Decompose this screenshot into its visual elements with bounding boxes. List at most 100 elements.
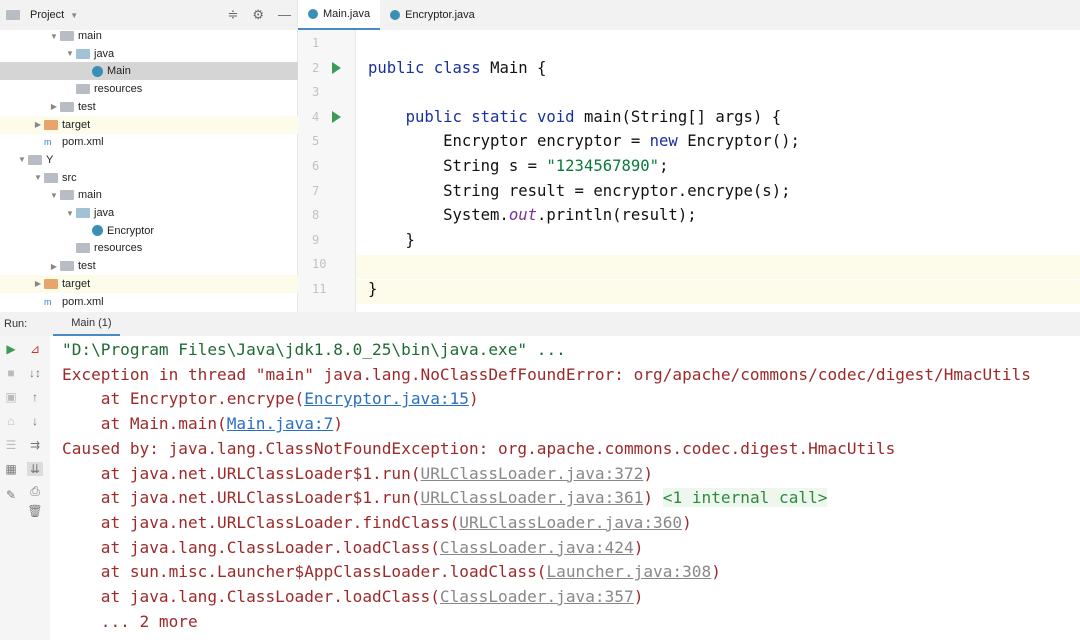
grid-icon[interactable]: ▦ [3, 462, 19, 476]
restore-icon[interactable]: ⌂ [3, 414, 19, 428]
tree-item[interactable]: ▶ target [0, 115, 298, 134]
chevron-down-icon[interactable]: ▼ [64, 49, 76, 58]
console-text: ) [468, 389, 479, 409]
console-text: at sun.misc.Launcher$AppClassLoader.load… [62, 562, 547, 582]
folder-icon [76, 48, 90, 59]
chevron-down-icon[interactable]: ▼ [64, 209, 76, 218]
stack-trace-link[interactable]: URLClassLoader.java:372 [421, 464, 644, 483]
folder-icon [44, 278, 58, 289]
line-number: 6 [312, 159, 320, 173]
code-token: .println(result); [537, 206, 697, 225]
console-text: ... 2 more [62, 611, 198, 631]
tab-main-java[interactable]: Main.java [298, 0, 381, 30]
sort-icon[interactable]: ↓↕ [27, 366, 43, 380]
java-class-icon [92, 65, 103, 77]
code-token: { [537, 58, 547, 77]
console-text: ) [633, 587, 644, 606]
layout-icon[interactable]: ☰ [3, 438, 19, 452]
code-line: } [368, 231, 415, 255]
stack-trace-link[interactable]: URLClassLoader.java:361 [421, 488, 644, 507]
camera-icon[interactable]: ▣ [3, 390, 19, 404]
java-file-icon [308, 9, 318, 19]
chevron-down-icon[interactable]: ▼ [70, 11, 78, 20]
trash-icon[interactable]: 🗑 [27, 504, 43, 518]
chevron-right-icon[interactable]: ▶ [48, 262, 60, 271]
tree-item[interactable]: Main [0, 62, 298, 81]
code-editor[interactable]: 1 2 3 4 5 6 7 8 9 10 11 public class Main { public… [298, 30, 1080, 312]
tree-item[interactable]: ▶ test [0, 257, 298, 275]
chevron-down-icon[interactable]: ▼ [48, 191, 60, 200]
maven-file-icon: m [44, 296, 52, 307]
tree-item-label: test [78, 260, 96, 273]
tree-item[interactable]: ▼ main [0, 27, 298, 45]
minimize-icon[interactable]: — [278, 7, 291, 23]
tab-encryptor-java[interactable]: Encryptor.java [380, 0, 485, 30]
tree-item[interactable]: resources [0, 239, 298, 257]
tree-item[interactable]: Encryptor [0, 222, 298, 240]
line-number: 3 [312, 85, 320, 100]
scroll-to-end-icon[interactable]: ⇊ [27, 462, 43, 476]
gear-icon[interactable]: ⚙ [252, 7, 264, 23]
pin-icon[interactable]: ✎ [3, 488, 19, 502]
stack-trace-link[interactable]: ClassLoader.java:357 [440, 587, 634, 606]
folder-icon [28, 154, 42, 165]
collapse-icon[interactable]: ≑ [227, 7, 238, 23]
gutter: 1 2 3 4 5 6 7 8 9 10 11 [298, 30, 356, 312]
line-number: 2 [312, 60, 320, 75]
java-class-icon [92, 225, 103, 237]
stack-trace-link[interactable]: URLClassLoader.java:360 [459, 513, 682, 532]
chevron-right-icon[interactable]: ▶ [48, 102, 60, 111]
line-number: 10 [312, 257, 327, 272]
run-icon[interactable] [332, 61, 341, 74]
tree-item[interactable]: ▼ src [0, 169, 298, 187]
console-line: "D:\Program Files\Java\jdk1.8.0_25\bin\j… [62, 340, 566, 359]
code-line: public class Main { [368, 59, 546, 83]
console-text: at java.lang.ClassLoader.loadClass( [62, 537, 440, 557]
tree-item[interactable]: ▼ java [0, 204, 298, 222]
tree-item[interactable]: resources [0, 80, 298, 98]
java-file-icon [390, 10, 401, 20]
code-token: ; [659, 157, 669, 175]
down-arrow-icon[interactable]: ↓ [27, 414, 43, 428]
tree-item[interactable]: ▼ Y [0, 151, 298, 169]
tree-item[interactable]: ▶ test [0, 98, 298, 116]
chevron-right-icon[interactable]: ▶ [32, 279, 44, 288]
chevron-down-icon[interactable]: ▼ [48, 32, 60, 41]
run-tab-main[interactable]: Main (1) [53, 312, 120, 336]
console-output[interactable]: ▶ ⊿ ■ ↓↕ ▣ ↑ ⌂ ↓ ☰ ⇉ ▦ ⇊ ✎ ⎙ 🗑 "D:\Progr… [0, 336, 1080, 640]
code-token: String s = [368, 157, 547, 175]
console-line: at Encryptor.encrype(Encryptor.java:15) [62, 389, 479, 408]
stack-trace-link[interactable]: Main.java:7 [227, 414, 334, 433]
tree-item[interactable]: ▶ target [0, 274, 298, 293]
console-line: ... 2 more [62, 612, 198, 631]
up-arrow-icon[interactable]: ↑ [27, 390, 43, 404]
tab-label: Main.java [323, 8, 371, 20]
rerun-icon[interactable]: ▶ [3, 342, 19, 356]
chevron-down-icon[interactable]: ▼ [32, 173, 44, 182]
tree-item[interactable]: m pom.xml [0, 293, 298, 311]
modify-run-icon[interactable]: ⊿ [27, 342, 43, 356]
tree-item-label: Y [46, 153, 54, 166]
console-text: ) [643, 463, 654, 483]
stack-trace-link[interactable]: ClassLoader.java:424 [440, 538, 634, 557]
chevron-right-icon[interactable]: ▶ [32, 120, 44, 129]
console-line: at java.net.URLClassLoader$1.run(URLClas… [62, 464, 653, 483]
line-number: 9 [312, 232, 320, 247]
stack-trace-link[interactable]: Launcher.java:308 [546, 562, 711, 581]
project-title[interactable]: Project [30, 9, 64, 21]
folder-icon [60, 261, 74, 272]
stack-trace-link[interactable]: Encryptor.java:15 [304, 389, 469, 408]
chevron-down-icon[interactable]: ▼ [16, 155, 28, 164]
internal-call-toggle[interactable]: <1 internal call> [662, 488, 828, 508]
tree-item-label: pom.xml [62, 295, 104, 308]
soft-wrap-icon[interactable]: ⇉ [27, 438, 43, 452]
print-icon[interactable]: ⎙ [27, 484, 43, 499]
code-line: System.out.println(result); [368, 206, 697, 230]
console-text: ) [643, 488, 663, 508]
tree-item[interactable]: m pom.xml [0, 133, 298, 151]
tree-item[interactable]: ▼ main [0, 186, 298, 204]
stop-icon[interactable]: ■ [3, 366, 19, 380]
run-icon[interactable] [332, 110, 341, 123]
code-token: new [649, 132, 688, 151]
tree-item[interactable]: ▼ java [0, 45, 298, 63]
